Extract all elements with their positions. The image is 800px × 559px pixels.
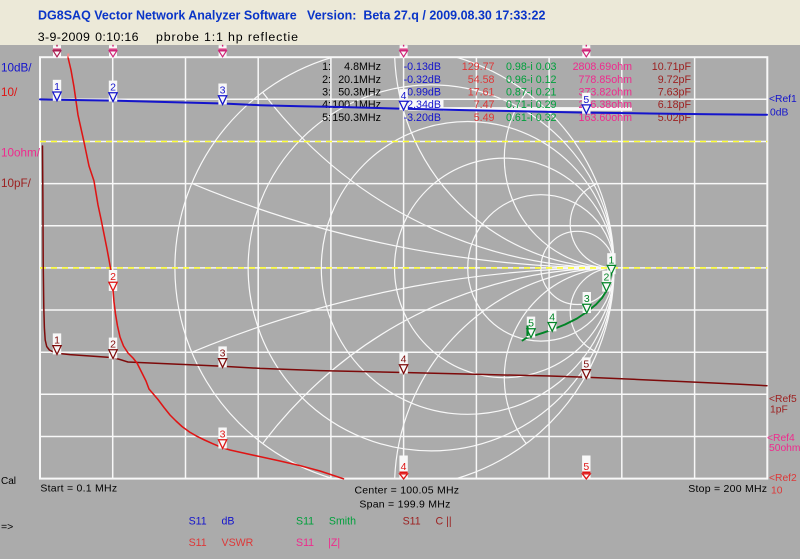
svg-text:2: 2 xyxy=(110,339,116,351)
svg-text:5:: 5: xyxy=(322,112,331,124)
svg-text:2: 2 xyxy=(110,82,116,94)
svg-text:3-9-2009: 3-9-2009 xyxy=(38,30,90,44)
svg-text:10.71pF: 10.71pF xyxy=(652,61,692,73)
svg-text:10/: 10/ xyxy=(1,86,18,99)
svg-text:C ||: C || xyxy=(436,516,452,528)
svg-text:S11: S11 xyxy=(296,537,314,549)
svg-text:5.49: 5.49 xyxy=(474,112,495,124)
svg-text:10: 10 xyxy=(771,486,783,497)
svg-text:3: 3 xyxy=(220,348,226,360)
svg-text:17.61: 17.61 xyxy=(468,87,495,99)
svg-text:1pF: 1pF xyxy=(770,405,788,416)
svg-text:DG8SAQ Vector Network Analyzer: DG8SAQ Vector Network Analyzer Software … xyxy=(38,9,545,23)
svg-text:2808.69ohm: 2808.69ohm xyxy=(573,61,633,73)
svg-text:20.1MHz: 20.1MHz xyxy=(338,74,381,86)
svg-text:-3.20dB: -3.20dB xyxy=(404,112,441,124)
svg-text:2: 2 xyxy=(603,272,609,284)
svg-text:9.72pF: 9.72pF xyxy=(658,74,692,86)
svg-text:<Ref5: <Ref5 xyxy=(769,394,797,405)
svg-text:Span = 199.9 MHz: Span = 199.9 MHz xyxy=(359,499,450,511)
svg-text:5: 5 xyxy=(528,318,534,330)
svg-text:50.3MHz: 50.3MHz xyxy=(338,87,381,99)
svg-text:10pF/: 10pF/ xyxy=(1,177,32,190)
svg-text:0.98-i 0.03: 0.98-i 0.03 xyxy=(506,61,557,73)
svg-text:=>: => xyxy=(1,521,13,533)
svg-text:5: 5 xyxy=(583,461,589,473)
svg-text:4: 4 xyxy=(401,354,407,366)
svg-text:|Z|: |Z| xyxy=(328,537,340,549)
svg-text:<Ref1: <Ref1 xyxy=(769,94,797,105)
svg-text:4:: 4: xyxy=(322,99,331,111)
svg-text:pbrobe 1:1 hp reflectie: pbrobe 1:1 hp reflectie xyxy=(156,30,299,44)
svg-text:Stop = 200 MHz: Stop = 200 MHz xyxy=(688,483,767,495)
svg-text:-0.13dB: -0.13dB xyxy=(404,61,441,73)
svg-text:4: 4 xyxy=(401,90,407,102)
svg-text:0.87-i 0.21: 0.87-i 0.21 xyxy=(506,87,557,99)
svg-text:4.8MHz: 4.8MHz xyxy=(344,61,381,73)
svg-text:50ohm: 50ohm xyxy=(769,443,800,454)
svg-text:100.1MHz: 100.1MHz xyxy=(332,99,381,111)
svg-text:<Ref2: <Ref2 xyxy=(769,473,797,484)
svg-text:Center = 100.05 MHz: Center = 100.05 MHz xyxy=(354,485,459,497)
svg-text:5: 5 xyxy=(583,359,589,371)
svg-text:3:: 3: xyxy=(322,87,331,99)
svg-text:0.61-i 0.32: 0.61-i 0.32 xyxy=(506,112,557,124)
svg-text:Smith: Smith xyxy=(329,516,356,528)
svg-text:10dB/: 10dB/ xyxy=(1,62,32,75)
svg-text:0:10:16: 0:10:16 xyxy=(95,30,139,44)
svg-text:2:: 2: xyxy=(322,74,331,86)
svg-text:0.71-i 0.29: 0.71-i 0.29 xyxy=(506,99,557,111)
svg-text:Start = 0.1 MHz: Start = 0.1 MHz xyxy=(40,482,117,494)
svg-text:10ohm/: 10ohm/ xyxy=(1,146,41,159)
svg-text:1: 1 xyxy=(608,254,614,266)
svg-text:3: 3 xyxy=(584,293,590,305)
svg-text:129.77: 129.77 xyxy=(462,61,495,73)
svg-text:S11: S11 xyxy=(403,516,421,528)
svg-text:-0.99dB: -0.99dB xyxy=(404,87,441,99)
svg-text:4: 4 xyxy=(549,311,555,323)
svg-text:1: 1 xyxy=(54,335,60,347)
svg-text:150.3MHz: 150.3MHz xyxy=(332,112,381,124)
svg-text:7.63pF: 7.63pF xyxy=(658,87,692,99)
svg-text:3: 3 xyxy=(220,429,226,441)
svg-text:S11: S11 xyxy=(296,516,314,528)
svg-text:6.18pF: 6.18pF xyxy=(658,99,692,111)
svg-text:3: 3 xyxy=(220,85,226,97)
svg-text:dB: dB xyxy=(222,516,235,528)
svg-text:2: 2 xyxy=(110,271,116,283)
svg-text:778.85ohm: 778.85ohm xyxy=(579,74,633,86)
svg-text:1: 1 xyxy=(54,81,60,93)
svg-text:4: 4 xyxy=(401,461,407,473)
svg-text:-0.32dB: -0.32dB xyxy=(404,74,441,86)
svg-text:S11: S11 xyxy=(189,516,207,528)
svg-text:5: 5 xyxy=(583,94,589,106)
svg-text:Cal: Cal xyxy=(1,476,16,487)
svg-text:S11: S11 xyxy=(189,537,207,549)
svg-text:0.96-i 0.12: 0.96-i 0.12 xyxy=(506,74,557,86)
svg-text:54.58: 54.58 xyxy=(468,74,495,86)
svg-text:VSWR: VSWR xyxy=(222,537,254,549)
svg-text:0dB: 0dB xyxy=(770,108,788,119)
svg-text:1:: 1: xyxy=(322,61,331,73)
